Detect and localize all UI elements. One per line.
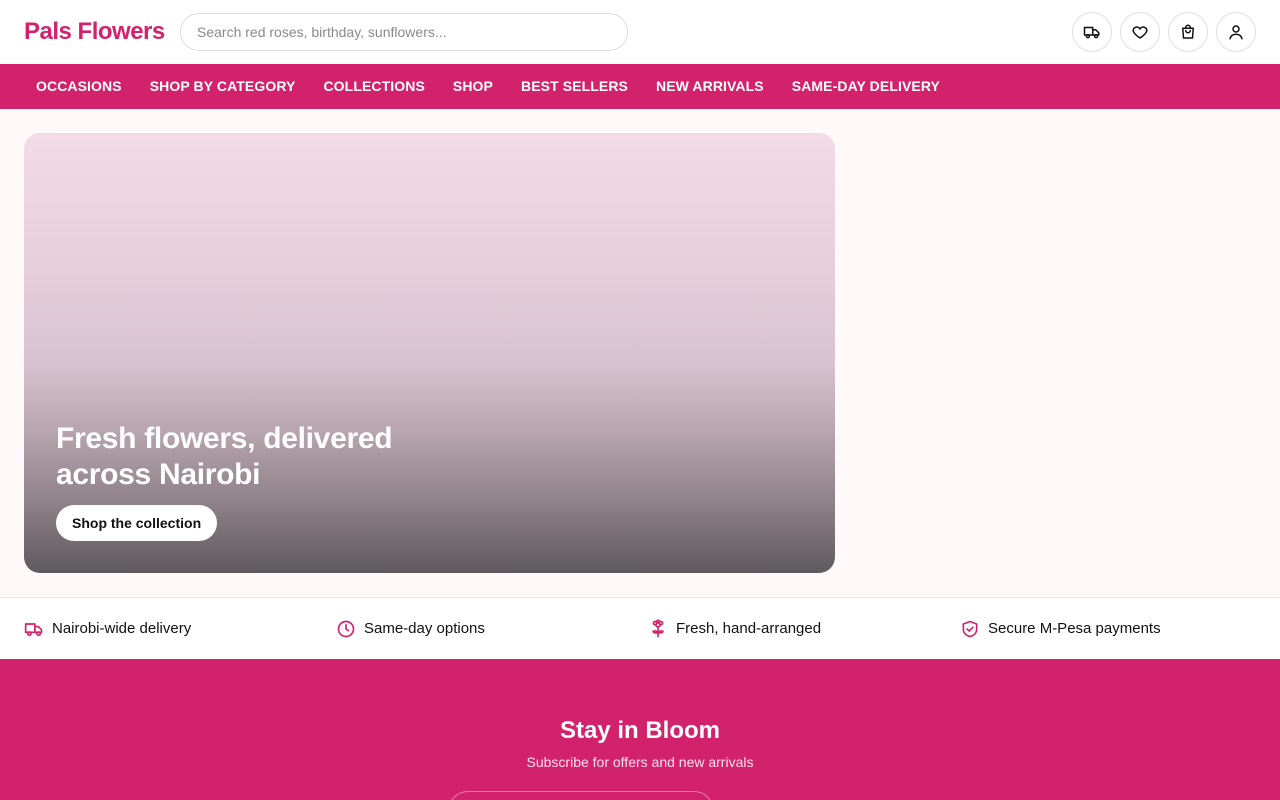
truck-icon — [1083, 26, 1100, 39]
newsletter-title: Stay in Bloom — [559, 717, 721, 744]
truck-icon — [24, 622, 43, 636]
newsletter-email-input[interactable] — [448, 791, 714, 800]
nav-item-best-sellers[interactable]: BEST SELLERS — [507, 64, 642, 109]
nav-item-same-day-delivery[interactable]: SAME-DAY DELIVERY — [778, 64, 954, 109]
feature-same-day: Same-day options — [336, 598, 485, 659]
hero-banner: Fresh flowers, delivered across Nairobi … — [24, 133, 835, 573]
newsletter-section: Stay in Bloom Subscribe for offers and n… — [0, 659, 1280, 800]
feature-secure-payments: Secure M-Pesa payments — [960, 598, 1161, 659]
shield-check-icon — [962, 620, 978, 637]
hero-title: Fresh flowers, delivered across Nairobi — [56, 422, 393, 491]
site-header: Pals Flowers — [0, 0, 1280, 64]
feature-label: Fresh, hand-arranged — [676, 620, 822, 637]
bag-icon — [1182, 24, 1194, 39]
newsletter-subtitle: Subscribe for offers and new arrivals — [526, 754, 754, 770]
account-button[interactable] — [1216, 12, 1256, 52]
feature-label: Same-day options — [364, 620, 485, 637]
cart-button[interactable] — [1168, 12, 1208, 52]
user-icon — [1229, 25, 1243, 40]
heart-icon — [1132, 26, 1148, 39]
nav-item-new-arrivals[interactable]: NEW ARRIVALS — [642, 64, 778, 109]
shop-collection-button[interactable]: Shop the collection — [56, 505, 218, 541]
clock-icon — [337, 620, 355, 637]
feature-strip: Nairobi-wide delivery Same-day options F… — [0, 597, 1280, 659]
feature-delivery: Nairobi-wide delivery — [24, 598, 191, 659]
search-input[interactable] — [180, 13, 628, 51]
delivery-button[interactable] — [1072, 12, 1112, 52]
nav-item-collections[interactable]: COLLECTIONS — [309, 64, 438, 109]
feature-label: Nairobi-wide delivery — [52, 620, 192, 637]
wishlist-button[interactable] — [1120, 12, 1160, 52]
flower-icon — [652, 618, 664, 637]
main-nav: OCCASIONS SHOP BY CATEGORY COLLECTIONS S… — [0, 64, 1280, 109]
nav-item-shop-by-category[interactable]: SHOP BY CATEGORY — [136, 64, 310, 109]
nav-item-shop[interactable]: SHOP — [439, 64, 507, 109]
nav-item-occasions[interactable]: OCCASIONS — [22, 64, 136, 109]
feature-fresh: Fresh, hand-arranged — [648, 598, 821, 659]
site-logo[interactable]: Pals Flowers — [24, 16, 165, 48]
feature-label: Secure M-Pesa payments — [988, 620, 1161, 637]
